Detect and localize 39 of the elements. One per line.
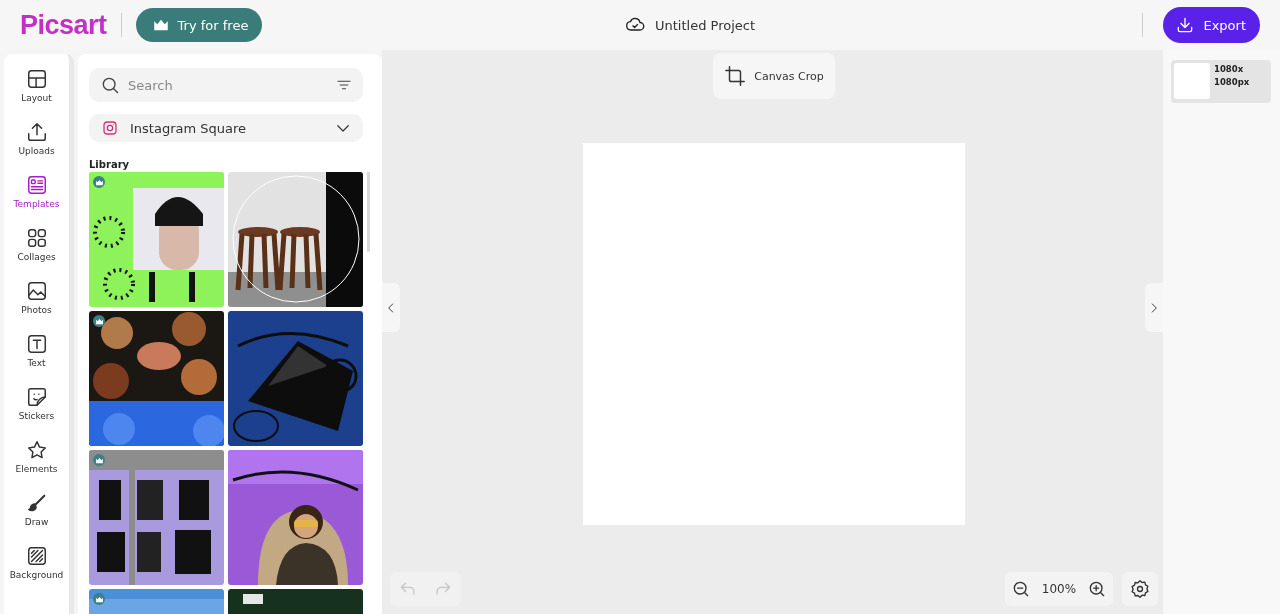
upload-icon [25, 121, 48, 143]
sidebar-item[interactable]: Elements [6, 435, 67, 482]
sidebar-item[interactable]: Photos [6, 276, 67, 323]
try-for-free-button[interactable]: Try for free [135, 8, 263, 42]
sticker-icon [25, 386, 48, 408]
crop-icon [724, 65, 747, 87]
brush-icon [25, 492, 48, 514]
sidebar-item[interactable]: Templates [6, 170, 67, 217]
zoom-level: 100% [1041, 582, 1077, 596]
settings-button[interactable] [1122, 572, 1158, 606]
scrollbar[interactable] [367, 172, 370, 252]
page-size: 1080x [1214, 63, 1245, 76]
star-icon [25, 439, 48, 461]
page-size: 1080px [1214, 76, 1250, 89]
camera-icon [102, 120, 118, 136]
canvas-crop-button[interactable]: Canvas Crop [713, 53, 835, 99]
search-field[interactable]: Search [89, 68, 363, 102]
format-dropdown[interactable]: Instagram Square [89, 114, 363, 142]
text-icon [25, 333, 48, 355]
logo[interactable]: Picsart [20, 9, 107, 41]
sidebar-item[interactable]: Background [6, 541, 67, 588]
hatched-square-icon [25, 545, 48, 567]
page-card[interactable]: 1080x 1080px [1171, 60, 1271, 103]
sidebar-item[interactable]: Layout [6, 64, 67, 111]
section-title: Library [89, 159, 131, 170]
project-title: Untitled Project [655, 17, 756, 33]
sidebar-item[interactable]: Text [6, 329, 67, 376]
sidebar-item[interactable]: Stickers [6, 382, 67, 429]
page-thumbnail [1174, 63, 1210, 99]
layout-icon [25, 68, 48, 90]
sidebar-item[interactable]: Draw [6, 488, 67, 535]
export-button[interactable]: Export [1163, 7, 1260, 43]
search-icon [100, 75, 120, 95]
sidebar-item[interactable]: Collages [6, 223, 67, 270]
sidebar-item[interactable]: Uploads [6, 117, 67, 164]
settings-icon [1130, 579, 1150, 599]
image-icon [25, 280, 48, 302]
templates-icon [25, 174, 48, 196]
grid-icon [25, 227, 48, 249]
